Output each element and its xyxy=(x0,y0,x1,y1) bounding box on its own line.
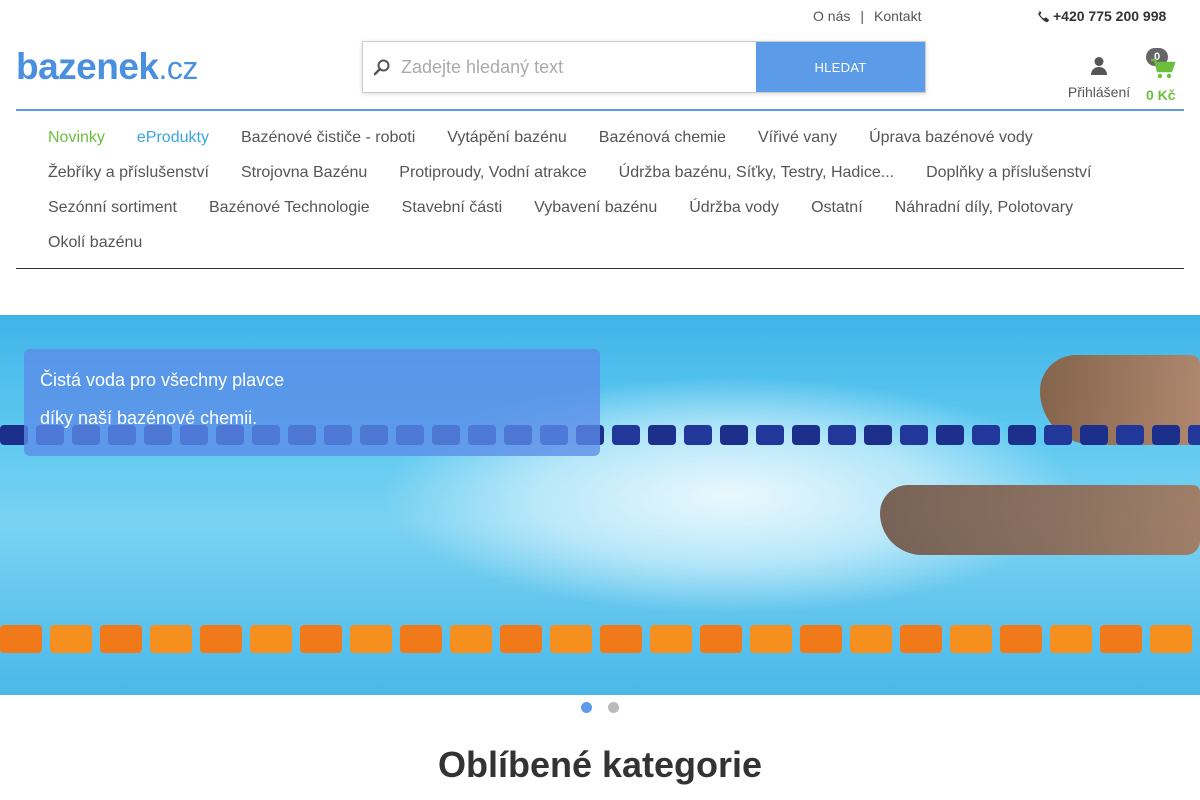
slider-dot[interactable] xyxy=(608,702,619,713)
separator: | xyxy=(860,8,864,24)
rope-float xyxy=(600,625,642,653)
section-title: Oblíbené kategorie xyxy=(437,744,763,785)
search-icon xyxy=(363,42,401,92)
hero-caption: Čistá voda pro všechny plavce díky naší … xyxy=(24,349,600,456)
rope-float xyxy=(828,425,856,445)
rope-float xyxy=(850,625,892,653)
nav-item[interactable]: Protiproudy, Vodní atrakce xyxy=(383,155,602,190)
rope-float xyxy=(972,425,1000,445)
rope-float xyxy=(350,625,392,653)
nav-divider xyxy=(16,268,1184,269)
nav-item[interactable]: Bazénová chemie xyxy=(583,120,742,155)
cart-total: 0 Kč xyxy=(1146,87,1176,103)
nav-item[interactable]: Doplňky a příslušenství xyxy=(910,155,1107,190)
rope-float xyxy=(1188,425,1200,445)
nav-item[interactable]: Strojovna Bazénu xyxy=(225,155,383,190)
swimmer-right-lower xyxy=(880,485,1200,555)
nav-item[interactable]: Náhradní díly, Polotovary xyxy=(879,190,1089,225)
login-link[interactable]: Přihlášení xyxy=(1066,56,1132,100)
rope-float xyxy=(750,625,792,653)
rope-float xyxy=(684,425,712,445)
rope-float xyxy=(200,625,242,653)
rope-float xyxy=(1000,625,1042,653)
rope-float xyxy=(650,625,692,653)
nav-item[interactable]: Vířivé vany xyxy=(742,120,853,155)
slider-dots xyxy=(0,700,1200,718)
nav-item[interactable]: Ostatní xyxy=(795,190,879,225)
rope-float xyxy=(612,425,640,445)
search-button[interactable]: HLEDAT xyxy=(756,42,925,92)
rope-float xyxy=(1100,625,1142,653)
rope-float xyxy=(936,425,964,445)
top-links: O nás | Kontakt xyxy=(813,8,921,24)
rope-float xyxy=(1044,425,1072,445)
nav-item[interactable]: Údržba vody xyxy=(673,190,795,225)
nav-item[interactable]: Úprava bazénové vody xyxy=(853,120,1049,155)
rope-float xyxy=(1150,625,1192,653)
rope-float xyxy=(100,625,142,653)
nav-item[interactable]: Bazénové Technologie xyxy=(193,190,386,225)
search-input[interactable] xyxy=(401,42,756,92)
nav-item[interactable]: eProdukty xyxy=(121,120,225,155)
nav-item[interactable]: Stavební části xyxy=(386,190,519,225)
phone-icon xyxy=(1038,10,1049,23)
user-icon xyxy=(1091,57,1107,75)
rope-float xyxy=(300,625,342,653)
nav-item[interactable]: Žebříky a příslušenství xyxy=(16,155,225,190)
rope-float xyxy=(500,625,542,653)
header-divider xyxy=(16,109,1184,111)
phone-number[interactable]: +420 775 200 998 xyxy=(1036,8,1166,24)
rope-float xyxy=(0,625,42,653)
hero-banner[interactable]: Čistá voda pro všechny plavce díky naší … xyxy=(0,315,1200,695)
shopping-cart-icon xyxy=(1151,58,1176,79)
rope-float xyxy=(450,625,492,653)
contact-link[interactable]: Kontakt xyxy=(874,8,921,24)
rope-float xyxy=(800,625,842,653)
rope-float xyxy=(648,425,676,445)
nav-item[interactable]: Bazénové čističe - roboti xyxy=(225,120,431,155)
hero-caption-line2: díky naší bazénové chemii. xyxy=(40,408,258,428)
rope-float xyxy=(150,625,192,653)
nav-item[interactable]: Sezónní sortiment xyxy=(16,190,193,225)
nav-item[interactable]: Okolí bazénu xyxy=(16,225,158,260)
hero-caption-line1: Čistá voda pro všechny plavce xyxy=(40,370,285,390)
logo-domain: .cz xyxy=(158,50,199,86)
rope-float xyxy=(950,625,992,653)
nav-item[interactable]: Vybavení bazénu xyxy=(518,190,673,225)
rope-float xyxy=(1116,425,1144,445)
about-link[interactable]: O nás xyxy=(813,8,850,24)
rope-float xyxy=(900,425,928,445)
nav-item[interactable]: Novinky xyxy=(16,120,121,155)
rope-float xyxy=(756,425,784,445)
rope-float xyxy=(400,625,442,653)
top-bar: O nás | Kontakt +420 775 200 998 xyxy=(0,0,1200,32)
category-nav: Novinky eProdukty Bazénové čističe - robot… xyxy=(16,120,1184,260)
rope-float xyxy=(50,625,92,653)
lane-rope-orange xyxy=(0,625,1200,653)
rope-float xyxy=(550,625,592,653)
rope-float xyxy=(864,425,892,445)
rope-float xyxy=(1080,425,1108,445)
rope-float xyxy=(900,625,942,653)
phone-text: +420 775 200 998 xyxy=(1053,8,1167,24)
login-label: Přihlášení xyxy=(1067,84,1131,100)
rope-float xyxy=(1008,425,1036,445)
rope-float xyxy=(792,425,820,445)
rope-float xyxy=(1152,425,1180,445)
search-bar: HLEDAT xyxy=(362,41,926,93)
nav-item[interactable]: Vytápění bazénu xyxy=(431,120,583,155)
nav-item[interactable]: Údržba bazénu, Síťky, Testry, Hadice... xyxy=(603,155,910,190)
rope-float xyxy=(1050,625,1092,653)
site-logo[interactable]: bazenek.cz xyxy=(16,46,198,88)
rope-float xyxy=(700,625,742,653)
rope-float xyxy=(250,625,292,653)
logo-name: bazenek xyxy=(16,46,159,87)
slider-dot[interactable] xyxy=(581,702,592,713)
rope-float xyxy=(720,425,748,445)
